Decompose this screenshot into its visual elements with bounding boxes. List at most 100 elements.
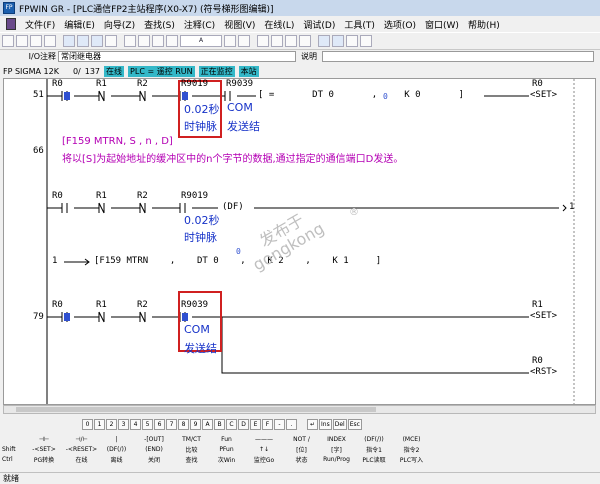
menu-online[interactable]: 在线(L) [264, 18, 294, 31]
ins-key[interactable]: Ins [319, 419, 332, 430]
key-a[interactable]: A [202, 419, 213, 430]
menu-window[interactable]: 窗口(W) [425, 18, 459, 31]
df-instruction[interactable]: (DF) [222, 202, 244, 212]
menu-file[interactable]: 文件(F) [25, 18, 55, 31]
del-key[interactable]: Del [332, 419, 347, 430]
run-icon[interactable] [346, 35, 358, 47]
menu-search[interactable]: 查找(S) [144, 18, 175, 31]
fkey[interactable]: [位] [284, 445, 319, 454]
fkey[interactable]: PLC读取 [354, 455, 394, 464]
key-dot[interactable]: . [286, 419, 297, 430]
desc-field[interactable] [322, 51, 594, 62]
fkey[interactable]: 比较 [174, 445, 209, 454]
compare-instruction[interactable]: [ = DT 0 , K 0 ] [258, 90, 464, 100]
fkey[interactable]: [字] [319, 445, 354, 454]
key-4[interactable]: 4 [130, 419, 141, 430]
fkey[interactable]: 在线 [64, 455, 99, 464]
fkey[interactable]: ⊣⊢ [24, 436, 64, 443]
fkey[interactable]: (MCE) [394, 436, 429, 443]
fkey[interactable]: (DF(/)) [354, 436, 394, 443]
fkey[interactable]: PG转换 [24, 455, 64, 464]
set-coil[interactable]: <SET> [530, 90, 557, 100]
key-b[interactable]: B [214, 419, 225, 430]
save-icon[interactable] [30, 35, 42, 47]
fkey[interactable]: 离线 [99, 455, 134, 464]
key-5[interactable]: 5 [142, 419, 153, 430]
key-e[interactable]: E [250, 419, 261, 430]
menu-view[interactable]: 视图(V) [224, 18, 255, 31]
key-0[interactable]: 0 [82, 419, 93, 430]
open-icon[interactable] [16, 35, 28, 47]
replace-icon[interactable] [138, 35, 150, 47]
fkey[interactable]: (END) [134, 446, 174, 453]
offline-icon[interactable] [238, 35, 250, 47]
enter-key[interactable]: ↵ [307, 419, 318, 430]
ladder-icon[interactable] [257, 35, 269, 47]
paste-icon[interactable] [91, 35, 103, 47]
f159-instruction[interactable]: [F159 MTRN , DT 0 , K 2 , K 1 ] [94, 256, 381, 266]
menu-wizard[interactable]: 向导(Z) [104, 18, 135, 31]
reset-coil[interactable]: <RST> [530, 367, 557, 377]
set-coil[interactable]: <SET> [530, 311, 557, 321]
fkey[interactable]: (DF(/)) [99, 446, 134, 453]
horizontal-scrollbar[interactable] [3, 405, 596, 414]
key-2[interactable]: 2 [106, 419, 117, 430]
key-d[interactable]: D [238, 419, 249, 430]
fkey[interactable]: 状态 [284, 455, 319, 464]
key-f[interactable]: F [262, 419, 273, 430]
key-minus[interactable]: - [274, 419, 285, 430]
key-9[interactable]: 9 [190, 419, 201, 430]
menu-tools[interactable]: 工具(T) [344, 18, 375, 31]
scroll-thumb[interactable] [16, 407, 376, 412]
undo-icon[interactable] [105, 35, 117, 47]
fkey[interactable]: ⊣/⊢ [64, 436, 99, 443]
fkey[interactable]: PLC写入 [394, 455, 429, 464]
fkey[interactable]: -<RESET> [64, 446, 99, 453]
fkey[interactable]: 关闭 [134, 455, 174, 464]
status-icon[interactable] [299, 35, 311, 47]
cut-icon[interactable] [63, 35, 75, 47]
fkey[interactable]: ↑↓ [244, 446, 284, 453]
fkey[interactable]: NOT / [284, 436, 319, 443]
esc-key[interactable]: Esc [347, 419, 362, 430]
search-icon[interactable] [360, 35, 372, 47]
fkey[interactable]: PFun [209, 446, 244, 453]
key-1[interactable]: 1 [94, 419, 105, 430]
fkey[interactable]: 监控Go [244, 455, 284, 464]
ladder-editor[interactable]: 51 66 79 R0 R1 R2 R9019 R9039 [ = DT 0 ,… [3, 78, 596, 405]
fkey[interactable]: | [99, 436, 134, 443]
menu-options[interactable]: 选项(O) [384, 18, 416, 31]
compile-icon[interactable] [152, 35, 164, 47]
document-icon[interactable] [6, 18, 16, 30]
key-7[interactable]: 7 [166, 419, 177, 430]
fkey[interactable]: ——— [244, 436, 284, 443]
find-icon[interactable] [124, 35, 136, 47]
menu-comment[interactable]: 注释(C) [184, 18, 215, 31]
monitor-icon[interactable] [166, 35, 178, 47]
fkey[interactable]: -[OUT] [134, 436, 174, 443]
fkey[interactable]: INDEX [319, 436, 354, 443]
step-icon[interactable] [318, 35, 330, 47]
print-icon[interactable] [44, 35, 56, 47]
key-c[interactable]: C [226, 419, 237, 430]
copy-icon[interactable] [77, 35, 89, 47]
watch-icon[interactable] [332, 35, 344, 47]
mnemonic-icon[interactable] [285, 35, 297, 47]
menu-help[interactable]: 帮助(H) [468, 18, 500, 31]
new-icon[interactable] [2, 35, 14, 47]
menu-debug[interactable]: 调试(D) [303, 18, 335, 31]
fkey[interactable]: -<SET> [24, 446, 64, 453]
fkey[interactable]: 查找 [174, 455, 209, 464]
online-icon[interactable] [224, 35, 236, 47]
fkey[interactable]: 指令1 [354, 445, 394, 454]
fkey[interactable]: Fun [209, 436, 244, 443]
fkey[interactable]: Run/Prog [319, 456, 354, 463]
bool-icon[interactable] [271, 35, 283, 47]
key-8[interactable]: 8 [178, 419, 189, 430]
fkey[interactable]: 次Win [209, 455, 244, 464]
menu-edit[interactable]: 编辑(E) [64, 18, 95, 31]
toolbar-field[interactable]: A [180, 35, 222, 47]
key-6[interactable]: 6 [154, 419, 165, 430]
fkey[interactable]: TM/CT [174, 436, 209, 443]
key-3[interactable]: 3 [118, 419, 129, 430]
